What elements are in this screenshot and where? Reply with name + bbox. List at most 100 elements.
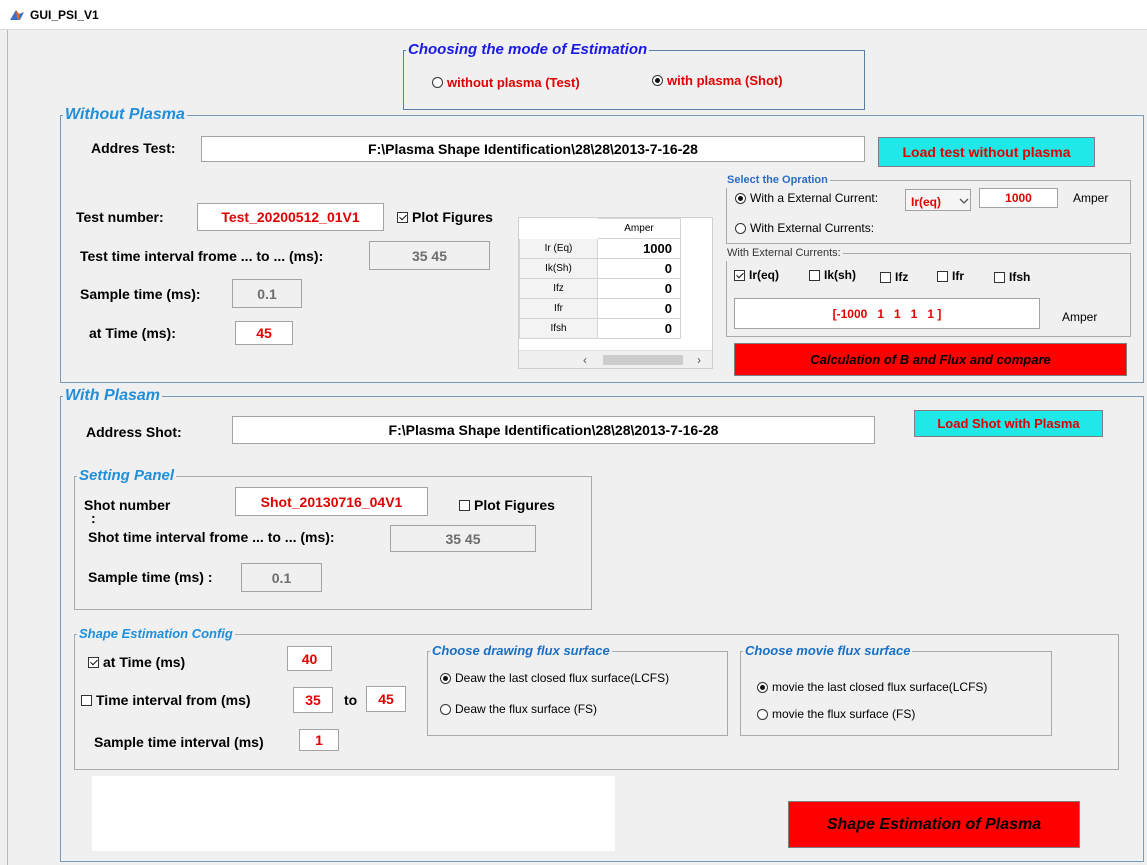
interval-to-field[interactable]: 45	[366, 686, 406, 712]
radio-external-currents-icon	[735, 222, 746, 234]
radio-with-plasma[interactable]: with plasma (Shot)	[652, 73, 783, 88]
scroll-right-icon[interactable]: ›	[697, 353, 701, 367]
table-column-header: Amper	[597, 218, 681, 239]
radio-external-current-icon	[735, 192, 746, 204]
window-title: GUI_PSI_V1	[30, 8, 99, 22]
shot-number-field[interactable]: Shot_20130716_04V1	[235, 487, 428, 516]
plot-figures-test-checkbox[interactable]: Plot Figures	[397, 209, 493, 225]
radio-external-currents[interactable]: With External Currents:	[735, 221, 874, 235]
shot-interval-field[interactable]: 35 45	[390, 525, 536, 552]
table-row[interactable]: Ifz 0	[519, 278, 703, 299]
test-number-field[interactable]: Test_20200512_01V1	[197, 203, 384, 231]
current-select-dropdown[interactable]: Ir(eq)	[905, 189, 971, 211]
test-interval-label: Test time interval frome ... to ... (ms)…	[80, 248, 324, 264]
radio-with-plasma-icon	[652, 75, 663, 86]
at-time-label: at Time (ms)	[103, 654, 186, 670]
radio-movie-lcfs[interactable]: movie the last closed flux surface(LCFS)	[757, 680, 987, 694]
table-row-header: Ifr	[519, 298, 598, 319]
shot-number-colon: :	[91, 510, 96, 526]
radio-draw-lcfs-icon	[440, 672, 451, 684]
radio-draw-lcfs[interactable]: Deaw the last closed flux surface(LCFS)	[440, 671, 669, 685]
scroll-left-icon[interactable]: ‹	[583, 353, 587, 367]
time-interval-check-icon	[81, 694, 92, 706]
radio-without-plasma[interactable]: without plasma (Test)	[432, 75, 580, 90]
radio-without-plasma-icon	[432, 77, 443, 88]
time-interval-checkbox[interactable]: Time interval from (ms)	[81, 692, 251, 708]
table-row[interactable]: Ifsh 0	[519, 318, 703, 339]
at-time-test-field[interactable]: 45	[235, 321, 293, 345]
table-cell[interactable]: 0	[597, 258, 681, 279]
time-interval-label: Time interval from (ms)	[96, 692, 251, 708]
current-value-field[interactable]: 1000	[979, 188, 1058, 208]
matlab-icon	[10, 10, 24, 20]
table-cell[interactable]: 0	[597, 318, 681, 339]
address-shot-field[interactable]: F:\Plasma Shape Identification\28\28\201…	[232, 416, 875, 444]
sample-time-shot-label: Sample time (ms) :	[88, 569, 213, 585]
check-ik-sh-icon	[809, 269, 820, 281]
table-cell[interactable]: 0	[597, 298, 681, 319]
load-test-button[interactable]: Load test without plasma	[878, 137, 1095, 167]
check-ifr[interactable]: Ifr	[937, 269, 964, 283]
drawing-flux-title: Choose drawing flux surface	[432, 643, 610, 658]
with-plasma-title: With Plasam	[65, 387, 160, 404]
at-time-check-icon	[88, 656, 99, 668]
at-time-shot-field[interactable]: 40	[287, 646, 332, 671]
vector-amper-unit-label: Amper	[1062, 310, 1098, 324]
plot-figures-shot-label: Plot Figures	[474, 497, 555, 513]
check-ifz[interactable]: Ifz	[880, 270, 908, 284]
radio-draw-fs[interactable]: Deaw the flux surface (FS)	[440, 702, 597, 716]
mode-panel-title: Choosing the mode of Estimation	[408, 41, 648, 58]
check-ifz-label: Ifz	[895, 270, 909, 284]
radio-external-current[interactable]: With a External Current:	[735, 191, 878, 205]
radio-draw-fs-label: Deaw the flux surface (FS)	[455, 702, 598, 716]
check-ifr-label: Ifr	[952, 269, 964, 283]
select-operation-title: Select the Opration	[727, 174, 828, 186]
sample-interval-field[interactable]: 1	[299, 729, 339, 751]
table-horizontal-scrollbar[interactable]: ‹ ›	[519, 350, 712, 368]
sample-time-shot-field[interactable]: 0.1	[241, 563, 322, 592]
table-row-header: Ik(Sh)	[519, 258, 598, 279]
check-ifsh[interactable]: Ifsh	[994, 270, 1030, 284]
check-ik-sh[interactable]: Ik(sh)	[809, 268, 856, 282]
radio-without-plasma-label: without plasma (Test)	[447, 75, 580, 90]
at-time-test-label: at Time (ms):	[89, 325, 176, 341]
scrollbar-thumb[interactable]	[603, 355, 683, 365]
without-plasma-title: Without Plasma	[65, 106, 185, 123]
shot-number-label: Shot number	[84, 497, 171, 513]
currents-vector-field[interactable]: [-1000 1 1 1 1 ]	[734, 298, 1040, 329]
check-ifsh-label: Ifsh	[1009, 270, 1031, 284]
plot-figures-shot-checkbox[interactable]: Plot Figures	[459, 497, 555, 513]
at-time-checkbox[interactable]: at Time (ms)	[88, 654, 185, 670]
amper-unit-label: Amper	[1073, 191, 1109, 205]
table-row-header: Ifsh	[519, 318, 598, 339]
radio-movie-fs[interactable]: movie the flux surface (FS)	[757, 707, 915, 721]
test-number-label: Test number:	[76, 209, 164, 225]
shape-estimation-button[interactable]: Shape Estimation of Plasma	[788, 801, 1080, 848]
address-shot-label: Address Shot:	[86, 424, 182, 440]
plot-figures-test-label: Plot Figures	[412, 209, 493, 225]
sample-time-test-field[interactable]: 0.1	[232, 279, 302, 308]
addres-test-field[interactable]: F:\Plasma Shape Identification\28\28\201…	[201, 136, 865, 162]
plot-figures-shot-check-icon	[459, 499, 470, 511]
table-cell[interactable]: 0	[597, 278, 681, 299]
table-row[interactable]: Ifr 0	[519, 298, 703, 319]
window-titlebar: GUI_PSI_V1	[0, 0, 1147, 30]
interval-from-field[interactable]: 35	[293, 687, 333, 713]
table-row[interactable]: Ir (Eq) 1000	[519, 238, 703, 259]
table-row[interactable]: Ik(Sh) 0	[519, 258, 703, 279]
drawing-flux-panel: Choose drawing flux surface	[427, 643, 728, 736]
test-interval-field[interactable]: 35 45	[369, 241, 490, 270]
sample-time-test-label: Sample time (ms):	[80, 286, 201, 302]
addres-test-label: Addres Test:	[91, 140, 176, 156]
check-ir-eq[interactable]: Ir(eq)	[734, 268, 779, 282]
check-ifsh-icon	[994, 271, 1005, 283]
current-table[interactable]: Amper Ir (Eq) 1000 Ik(Sh) 0 Ifz 0 Ifr 0 …	[518, 217, 713, 369]
external-currents-title: With External Currents:	[727, 247, 841, 259]
load-shot-button[interactable]: Load Shot with Plasma	[914, 410, 1103, 437]
check-ifr-icon	[937, 270, 948, 282]
movie-flux-title: Choose movie flux surface	[745, 643, 911, 658]
setting-panel-title: Setting Panel	[79, 467, 175, 484]
table-cell[interactable]: 1000	[597, 238, 681, 259]
check-ifz-icon	[880, 271, 891, 283]
calculate-b-flux-button[interactable]: Calculation of B and Flux and compare	[734, 343, 1127, 376]
